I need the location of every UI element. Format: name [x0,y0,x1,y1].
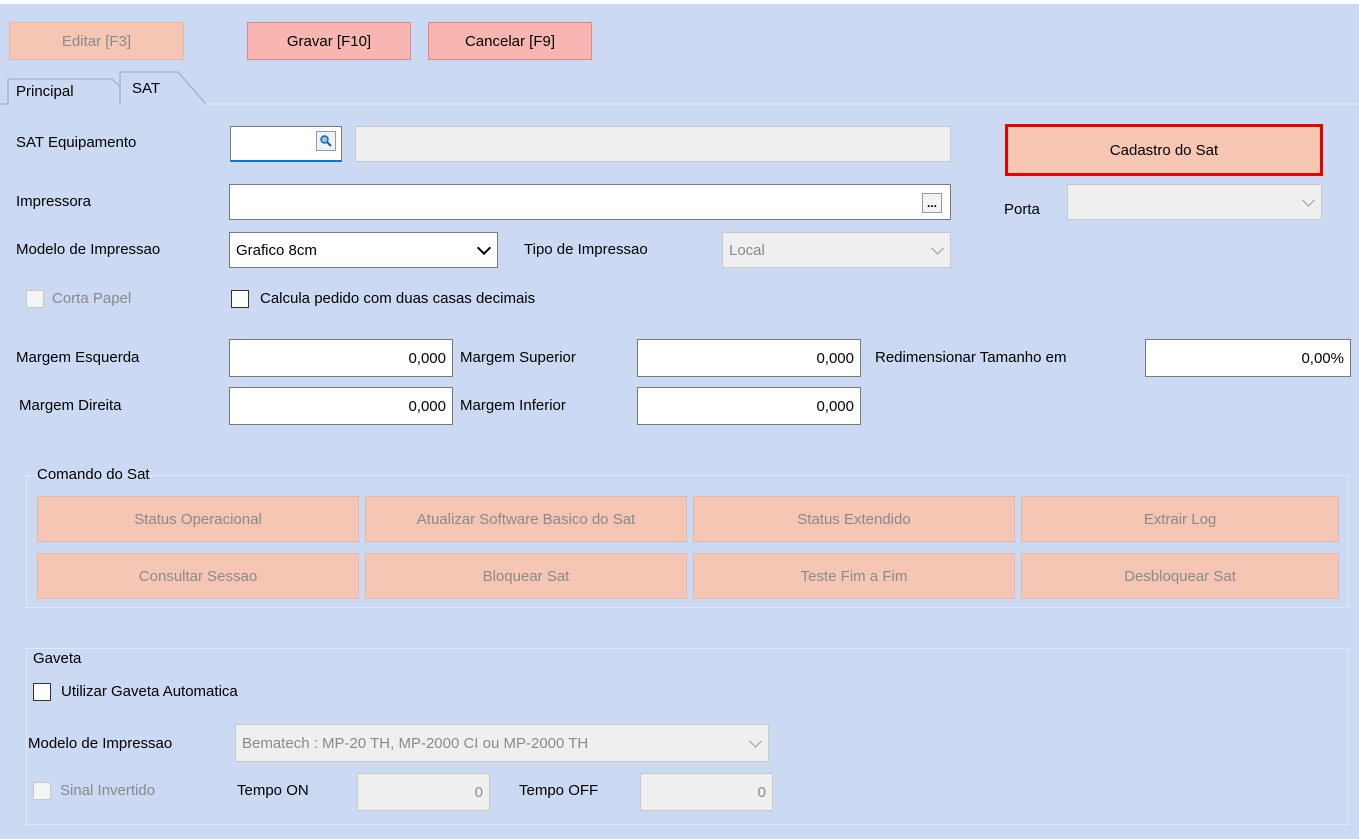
corta-papel-label: Corta Papel [52,290,132,307]
search-icon[interactable] [316,131,336,151]
tempo-on-input[interactable]: 0 [357,773,490,811]
calcula-pedido-checkbox[interactable] [231,290,249,308]
tempo-off-label: Tempo OFF [519,782,599,799]
tab-strip [0,71,1359,105]
impressora-input[interactable] [229,184,951,220]
sinal-invertido-label: Sinal Invertido [60,782,156,799]
tipo-impressao-select[interactable]: Local [722,232,951,268]
sinal-invertido-checkbox[interactable] [33,782,51,800]
margem-direita-label: Margem Direita [19,397,122,414]
calcula-pedido-label: Calcula pedido com duas casas decimais [260,290,536,307]
status-operacional-button[interactable]: Status Operacional [37,496,359,542]
status-extendido-button[interactable]: Status Extendido [693,496,1015,542]
teste-fim-a-fim-button[interactable]: Teste Fim a Fim [693,553,1015,599]
utilizar-gaveta-checkbox[interactable] [33,683,51,701]
cadastro-do-sat-button[interactable]: Cadastro do Sat [1005,124,1323,176]
chevron-down-icon [931,241,944,255]
tipo-impressao-value: Local [729,241,765,259]
atualizar-software-button[interactable]: Atualizar Software Basico do Sat [365,496,687,542]
edit-button[interactable]: Editar [F3] [9,22,184,60]
margem-esquerda-label: Margem Esquerda [16,349,140,366]
modelo-impressao-label: Modelo de Impressao [16,241,161,258]
comando-sat-title: Comando do Sat [37,466,150,483]
margem-superior-label: Margem Superior [460,349,576,366]
sat-equipamento-label: SAT Equipamento [16,134,137,151]
bloquear-sat-button[interactable]: Bloquear Sat [365,553,687,599]
tempo-on-label: Tempo ON [237,782,309,799]
margem-superior-input[interactable]: 0,000 [637,339,861,377]
tab-sat[interactable]: SAT [132,76,160,100]
sat-equipamento-description [355,126,951,162]
redimensionar-label: Redimensionar Tamanho em [875,349,1067,366]
consultar-sessao-button[interactable]: Consultar Sessao [37,553,359,599]
margem-inferior-input[interactable]: 0,000 [637,387,861,425]
tempo-off-input[interactable]: 0 [640,773,773,811]
modelo-impressao-value: Grafico 8cm [236,241,317,259]
cancel-button[interactable]: Cancelar [F9] [428,22,592,60]
tipo-impressao-label: Tipo de Impressao [524,241,648,258]
gaveta-modelo-label: Modelo de Impressao [28,735,173,752]
margem-esquerda-input[interactable]: 0,000 [229,339,453,377]
porta-label: Porta [1004,201,1040,218]
extrair-log-button[interactable]: Extrair Log [1021,496,1339,542]
chevron-down-icon [749,734,762,748]
margem-direita-input[interactable]: 0,000 [229,387,453,425]
ellipsis-button[interactable]: ... [922,193,942,213]
chevron-down-icon [476,240,492,256]
tab-principal[interactable]: Principal [16,79,74,103]
redimensionar-input[interactable]: 0,00% [1145,339,1351,377]
utilizar-gaveta-label: Utilizar Gaveta Automatica [61,683,238,700]
save-button[interactable]: Gravar [F10] [247,22,411,60]
impressora-label: Impressora [16,193,92,210]
top-border [0,0,1359,4]
gaveta-modelo-value: Bematech : MP-20 TH, MP-2000 CI ou MP-20… [242,734,589,752]
modelo-impressao-select[interactable]: Grafico 8cm [229,232,498,268]
porta-select[interactable] [1067,184,1322,220]
margem-inferior-label: Margem Inferior [460,397,566,414]
gaveta-title: Gaveta [33,650,82,667]
desbloquear-sat-button[interactable]: Desbloquear Sat [1021,553,1339,599]
chevron-down-icon [1302,193,1315,207]
gaveta-modelo-select[interactable]: Bematech : MP-20 TH, MP-2000 CI ou MP-20… [235,724,769,762]
corta-papel-checkbox[interactable] [26,290,44,308]
